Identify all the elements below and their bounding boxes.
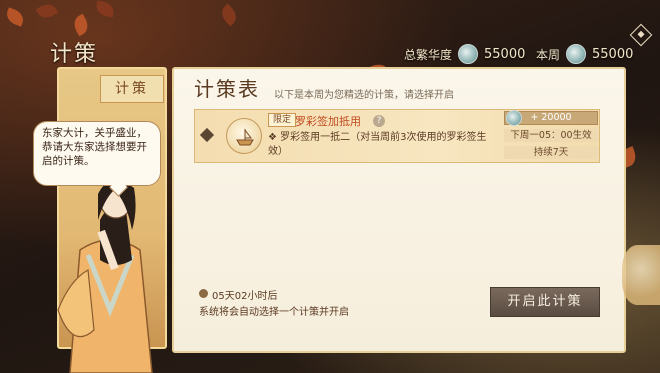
maple-leaf-decoration [35,0,59,22]
close-icon[interactable] [629,23,653,47]
total-prosperity-value: 55000 [484,46,526,62]
prosperity-coin-icon [458,44,479,64]
week-prosperity-value: 55000 [592,46,634,62]
maple-leaf-decoration [217,3,241,27]
main-subtitle: 以下是本周为您精选的计策，请选择开启 [274,90,454,101]
strategy-description: ❖ 罗彩签用一抵二（对当周前3次使用的罗彩签生效） [268,131,500,159]
bullet-icon: ❖ [268,132,277,143]
ship-icon [226,118,262,154]
character-illustration [57,180,153,373]
main-title: 计策表 [194,77,260,101]
start-strategy-button[interactable]: 开启此计策 [490,287,600,317]
limited-badge: 限定 [268,113,297,127]
week-prosperity-label: 本周 [536,47,561,62]
strategy-name: 罗彩签加抵用 [295,115,361,128]
duration: 持续7天 [504,146,598,159]
page-title: 计策 [50,42,99,67]
side-decoration [622,245,660,305]
prosperity-coin-icon [506,110,522,126]
week-prosperity: 本周 55000 [536,44,633,64]
auto-select-notice: 系统将会自动选择一个计策并开启 [199,307,349,318]
maple-leaf-decoration [4,7,26,27]
speech-bubble: 东家大计，关乎盛业，恭请大东家选择想要开启的计策。 [33,121,161,186]
maple-leaf-decoration [70,13,92,37]
total-prosperity-label: 总繁华度 [404,47,453,62]
prosperity-coin-icon [566,44,587,64]
tab-strategy[interactable]: 计策 [100,75,164,103]
effective-time: 下周一05：00生效 [504,129,598,142]
help-icon[interactable]: ? [373,115,385,127]
strategy-description-text: 罗彩签用一抵二（对当周前3次使用的罗彩签生效） [268,132,487,157]
total-prosperity: 总繁华度 55000 [404,44,525,64]
game-screen: 计策 总繁华度 55000 本周 55000 计策 东家大计，关乎盛业，恭请大东… [0,0,660,373]
countdown-timer: 05天02小时后 [212,291,278,302]
clock-icon [199,289,208,298]
maple-leaf-decoration [94,0,116,18]
